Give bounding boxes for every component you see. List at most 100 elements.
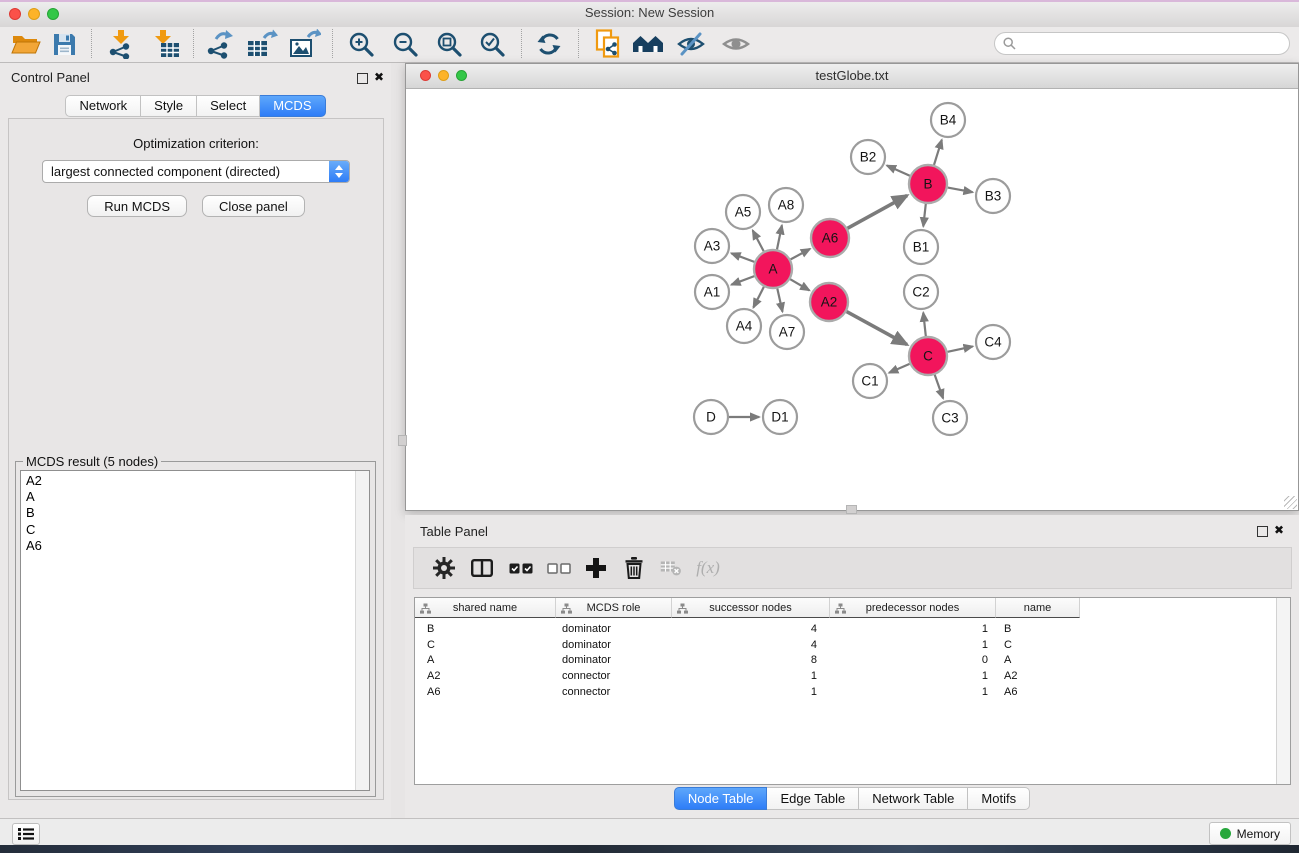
graph-edge-A-A1[interactable] xyxy=(731,276,754,285)
tab-select[interactable]: Select xyxy=(197,95,260,117)
table-settings-button[interactable] xyxy=(426,548,462,588)
zoom-in-button[interactable] xyxy=(343,28,379,60)
graph-node-A4[interactable]: A4 xyxy=(727,309,761,343)
tab-edge-table[interactable]: Edge Table xyxy=(767,787,859,810)
float-panel-icon[interactable] xyxy=(357,73,368,84)
graph-edge-A-A3[interactable] xyxy=(731,253,754,262)
criterion-dropdown[interactable]: largest connected component (directed) xyxy=(42,160,350,183)
mcds-result-item[interactable]: A xyxy=(26,489,369,505)
select-all-columns-button[interactable] xyxy=(503,548,539,588)
first-neighbors-button[interactable] xyxy=(630,28,666,60)
graph-node-A3[interactable]: A3 xyxy=(695,229,729,263)
delete-table-button[interactable] xyxy=(653,548,689,588)
column-header-name[interactable]: name xyxy=(996,598,1080,618)
column-header-shared-name[interactable]: shared name xyxy=(415,598,556,618)
export-network-button[interactable] xyxy=(201,28,237,60)
graph-edge-B-B3[interactable] xyxy=(948,188,973,193)
network-graph[interactable]: B4B2BB3A8A5A6A3B1AA1C2A2A4A7C4CC1C3DD1 xyxy=(406,88,1298,509)
column-header-successor-nodes[interactable]: successor nodes xyxy=(672,598,830,618)
graph-edge-A-A4[interactable] xyxy=(753,287,764,308)
window-resize-grip[interactable] xyxy=(1284,496,1297,509)
import-table-button[interactable] xyxy=(148,28,184,60)
graph-node-C2[interactable]: C2 xyxy=(904,275,938,309)
vertical-splitter-handle[interactable] xyxy=(846,505,857,514)
new-network-from-selection-button[interactable] xyxy=(590,28,626,60)
graph-node-A7[interactable]: A7 xyxy=(770,315,804,349)
graph-edge-A-A8[interactable] xyxy=(777,225,782,249)
add-column-button[interactable] xyxy=(578,548,614,588)
tab-network-table[interactable]: Network Table xyxy=(859,787,968,810)
graph-edge-A-A7[interactable] xyxy=(777,289,782,312)
tab-motifs[interactable]: Motifs xyxy=(968,787,1030,810)
graph-node-A1[interactable]: A1 xyxy=(695,275,729,309)
graph-node-C1[interactable]: C1 xyxy=(853,364,887,398)
mcds-result-item[interactable]: A2 xyxy=(26,473,369,489)
export-image-button[interactable] xyxy=(287,28,323,60)
memory-button[interactable]: Memory xyxy=(1209,822,1291,845)
graph-node-A2[interactable]: A2 xyxy=(810,283,848,321)
minimize-window-icon[interactable] xyxy=(28,8,40,20)
network-close-icon[interactable] xyxy=(420,70,431,81)
graph-node-B3[interactable]: B3 xyxy=(976,179,1010,213)
delete-column-button[interactable] xyxy=(616,548,652,588)
column-header-predecessor-nodes[interactable]: predecessor nodes xyxy=(830,598,996,618)
graph-node-B2[interactable]: B2 xyxy=(851,140,885,174)
table-row[interactable]: Cdominator41C xyxy=(415,637,1276,653)
network-canvas[interactable]: B4B2BB3A8A5A6A3B1AA1C2A2A4A7C4CC1C3DD1 xyxy=(406,88,1298,510)
task-history-button[interactable] xyxy=(12,823,40,845)
show-all-button[interactable] xyxy=(718,28,754,60)
network-zoom-icon[interactable] xyxy=(456,70,467,81)
export-table-button[interactable] xyxy=(244,28,280,60)
run-mcds-button[interactable]: Run MCDS xyxy=(87,195,187,217)
graph-node-B4[interactable]: B4 xyxy=(931,103,965,137)
search-input[interactable] xyxy=(1020,36,1289,52)
close-window-icon[interactable] xyxy=(9,8,21,20)
graph-node-A[interactable]: A xyxy=(754,250,792,288)
tab-network[interactable]: Network xyxy=(65,95,141,117)
mcds-result-item[interactable]: C xyxy=(26,522,369,538)
tab-node-table[interactable]: Node Table xyxy=(674,787,768,810)
function-builder-button[interactable]: f(x) xyxy=(690,548,726,588)
graph-node-C[interactable]: C xyxy=(909,337,947,375)
graph-node-A6[interactable]: A6 xyxy=(811,219,849,257)
table-scrollbar[interactable] xyxy=(1276,598,1290,784)
refresh-button[interactable] xyxy=(531,28,567,60)
zoom-window-icon[interactable] xyxy=(47,8,59,20)
graph-edge-B-B2[interactable] xyxy=(887,166,910,176)
graph-edge-C-C4[interactable] xyxy=(948,346,973,351)
column-header-mcds-role[interactable]: MCDS role xyxy=(556,598,672,618)
table-row[interactable]: A6connector11A6 xyxy=(415,684,1276,700)
graph-edge-A-A5[interactable] xyxy=(753,230,764,251)
float-table-panel-icon[interactable] xyxy=(1257,526,1268,537)
search-field[interactable] xyxy=(994,32,1290,55)
result-scrollbar[interactable] xyxy=(355,471,369,790)
close-panel-icon[interactable]: ✖ xyxy=(374,70,384,84)
zoom-fit-button[interactable] xyxy=(431,28,467,60)
graph-node-A5[interactable]: A5 xyxy=(726,195,760,229)
table-row[interactable]: A2connector11A2 xyxy=(415,668,1276,684)
table-row[interactable]: Bdominator41B xyxy=(415,621,1276,637)
deselect-all-columns-button[interactable] xyxy=(541,548,577,588)
graph-edge-A-A2[interactable] xyxy=(790,279,809,290)
tab-style[interactable]: Style xyxy=(141,95,197,117)
import-network-button[interactable] xyxy=(103,28,139,60)
graph-edge-A2-C[interactable] xyxy=(847,312,907,345)
save-session-button[interactable] xyxy=(46,28,82,60)
close-table-panel-icon[interactable]: ✖ xyxy=(1274,523,1284,537)
graph-edge-A6-B[interactable] xyxy=(848,196,908,229)
horizontal-splitter-handle[interactable] xyxy=(398,435,407,446)
graph-edge-B-B4[interactable] xyxy=(934,140,942,165)
table-row[interactable]: Adominator80A xyxy=(415,652,1276,668)
open-session-button[interactable] xyxy=(8,28,44,60)
network-minimize-icon[interactable] xyxy=(438,70,449,81)
graph-edge-A-A6[interactable] xyxy=(791,249,810,260)
graph-edge-C-C3[interactable] xyxy=(935,375,943,399)
graph-node-B1[interactable]: B1 xyxy=(904,230,938,264)
graph-node-D1[interactable]: D1 xyxy=(763,400,797,434)
zoom-out-button[interactable] xyxy=(387,28,423,60)
mcds-result-item[interactable]: A6 xyxy=(26,538,369,554)
split-columns-button[interactable] xyxy=(464,548,500,588)
hide-selected-button[interactable] xyxy=(673,28,709,60)
graph-edge-B-B1[interactable] xyxy=(923,204,926,227)
graph-node-D[interactable]: D xyxy=(694,400,728,434)
